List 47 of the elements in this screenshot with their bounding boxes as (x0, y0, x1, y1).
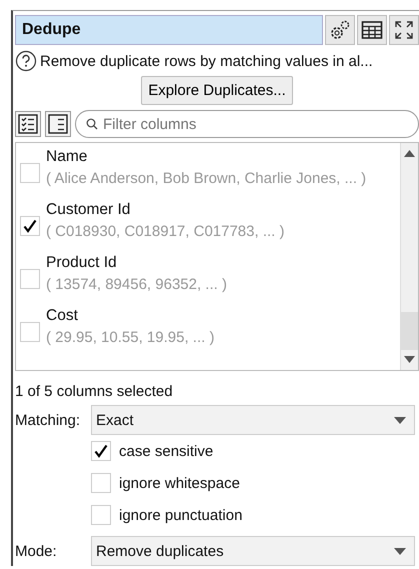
scroll-up-icon[interactable] (404, 150, 415, 157)
description-text: Remove duplicate rows by matching values in al... (40, 52, 373, 70)
matching-dropdown[interactable]: Exact (91, 405, 415, 435)
column-name: Name (46, 148, 88, 166)
column-checkbox[interactable] (20, 322, 40, 342)
table-button[interactable] (357, 15, 387, 45)
dropdown-arrow-icon (394, 416, 406, 424)
column-name: Product Id (46, 254, 118, 272)
column-checkbox[interactable] (20, 269, 40, 289)
list-icon (48, 114, 68, 134)
column-sample-values: ( Alice Anderson, Bob Brown, Charlie Jones, ... ) (46, 170, 366, 187)
checklist-icon (18, 114, 38, 134)
filter-field[interactable]: Filter columns (75, 110, 419, 138)
search-icon (86, 118, 98, 130)
column-checkbox[interactable] (20, 163, 40, 183)
option-checkbox[interactable] (91, 505, 111, 525)
column-sample-values: ( 29.95, 10.55, 19.95, ... ) (46, 329, 214, 346)
column-checkbox[interactable] (20, 216, 40, 236)
settings-button[interactable] (325, 15, 355, 45)
help-icon[interactable] (15, 50, 37, 72)
selection-status: 1 of 5 columns selected (15, 383, 174, 400)
select-none-button[interactable] (45, 111, 71, 137)
option-label: ignore whitespace (119, 474, 240, 492)
column-sample-values: ( C018930, C018917, C017783, ... ) (46, 223, 284, 240)
panel-title: Dedupe (15, 15, 323, 45)
column-sample-values: ( 13574, 89456, 96352, ... ) (46, 276, 227, 293)
table-icon (361, 20, 383, 40)
checkmark-icon (22, 218, 38, 234)
column-name: Cost (46, 307, 79, 325)
mode-dropdown[interactable]: Remove duplicates (91, 536, 415, 566)
scrollbar-thumb[interactable] (401, 312, 418, 350)
option-checkbox[interactable] (91, 441, 111, 461)
dropdown-arrow-icon (394, 548, 406, 554)
gears-icon (329, 19, 351, 41)
option-label: case sensitive (119, 442, 214, 460)
scroll-down-icon[interactable] (404, 356, 415, 363)
matching-label: Matching: (15, 412, 82, 428)
checkmark-icon (93, 443, 109, 459)
option-label: ignore punctuation (119, 506, 242, 524)
expand-icon (394, 20, 414, 40)
explore-duplicates-button[interactable]: Explore Duplicates... (141, 76, 293, 105)
option-checkbox[interactable] (91, 473, 111, 493)
scrollbar[interactable] (400, 143, 418, 370)
mode-label: Mode: (15, 542, 58, 560)
select-all-button[interactable] (15, 111, 41, 137)
column-name: Customer Id (46, 201, 132, 219)
expand-button[interactable] (389, 15, 419, 45)
